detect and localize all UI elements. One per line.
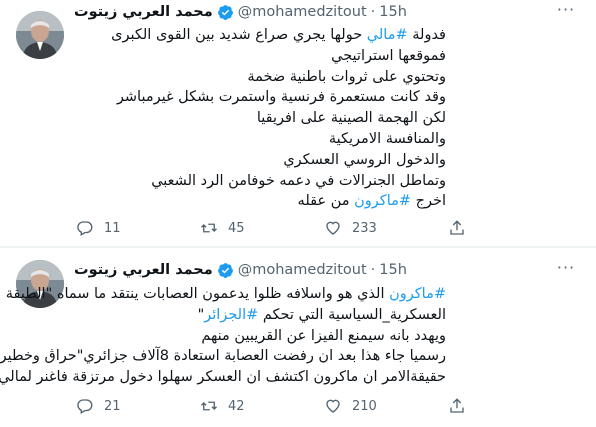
timestamp[interactable]: 15h bbox=[379, 262, 407, 278]
retweet-button[interactable]: 45 bbox=[200, 219, 324, 237]
like-button[interactable]: 210 bbox=[324, 397, 448, 415]
retweet-icon bbox=[201, 401, 217, 411]
tweet-text-segment: والدخول الروسي العسكري bbox=[283, 151, 446, 168]
heart-icon bbox=[326, 399, 340, 413]
like-button[interactable]: 233 bbox=[324, 219, 448, 237]
separator-dot: · bbox=[370, 4, 376, 20]
like-count: 233 bbox=[352, 220, 377, 236]
tweet-text-line: #ماكرون الذي هو واسلافه ظلوا يدعمون العص… bbox=[6, 284, 446, 305]
tweet-text-segment: حقيقةالامر ان ماكرون اكتشف ان العسكر سهل… bbox=[0, 369, 446, 386]
tweet-text-line: والمنافسة الامريكية bbox=[76, 129, 446, 150]
more-icon[interactable]: ··· bbox=[556, 2, 576, 23]
reply-icon bbox=[77, 399, 93, 414]
more-icon[interactable]: ··· bbox=[556, 260, 576, 281]
tweet-text-line: لكن الهجمة الصينية على افريقيا bbox=[76, 108, 446, 129]
tweet-text-segment: الذي هو واسلافه ظلوا يدعمون العصابات ينت… bbox=[5, 286, 390, 302]
author-handle[interactable]: @mohamedzitout bbox=[238, 4, 367, 20]
tweet-actions: 11 45 233 bbox=[76, 218, 516, 238]
tweet-text-segment: فدولة bbox=[407, 27, 446, 43]
reply-icon bbox=[77, 221, 93, 236]
separator-dot: · bbox=[370, 262, 376, 278]
tweet-text-line: العسكرية_السياسية التي تحكم #الجزائر" bbox=[76, 305, 446, 326]
reply-count: 11 bbox=[104, 220, 121, 236]
tweet-text-segment: لكن الهجمة الصينية على افريقيا bbox=[256, 110, 446, 127]
tweet-text-segment: وقد كانت مستعمرة فرنسية واستمرت بشكل غير… bbox=[116, 89, 446, 106]
tweet-text-line: فدولة #مالي حولها يجري صراع شديد بين الق… bbox=[76, 25, 446, 46]
avatar[interactable] bbox=[16, 11, 64, 59]
tweet-text-line: وتماطل الجنرالات في دعمه خوفامن الرد الش… bbox=[76, 171, 446, 192]
hashtag-link[interactable]: #الجزائر bbox=[204, 307, 258, 323]
tweet-text-segment: وتماطل الجنرالات في دعمه خوفامن الرد الش… bbox=[151, 172, 446, 189]
author-name[interactable]: محمد العربي زيتوت bbox=[74, 4, 213, 20]
tweet-text-line: ويهدد بانه سيمنع الفيزا عن القريبين منهم bbox=[76, 326, 446, 347]
tweet-text-line: اخرج #ماكرون من عقله bbox=[76, 191, 446, 212]
tweet-text-segment: حولها يجري صراع شديد بين القوى الكبرى bbox=[111, 27, 367, 43]
author-handle[interactable]: @mohamedzitout bbox=[238, 262, 367, 278]
hashtag-link[interactable]: #ماكرون bbox=[354, 193, 411, 209]
tweet-text-segment: وتحتوي على ثروات باطنية ضخمة bbox=[247, 68, 446, 85]
tweet-text-segment: اخرج bbox=[411, 193, 446, 210]
retweet-count: 45 bbox=[228, 220, 245, 236]
verified-badge-icon bbox=[217, 262, 233, 278]
tweet-header: محمد العربي زيتوت @mohamedzitout · 15h bbox=[74, 2, 407, 22]
tweet[interactable]: محمد العربي زيتوت @mohamedzitout · 15h ·… bbox=[0, 0, 596, 246]
tweet-text-segment: من عقله bbox=[297, 193, 355, 210]
tweet-text-line: رسميا جاء هذا بعد ان رفضت العصابة استعاد… bbox=[0, 346, 446, 367]
share-button[interactable] bbox=[448, 219, 476, 237]
tweet-text-line: حقيقةالامر ان ماكرون اكتشف ان العسكر سهل… bbox=[0, 367, 446, 388]
tweet-header: محمد العربي زيتوت @mohamedzitout · 15h bbox=[74, 260, 407, 280]
timestamp[interactable]: 15h bbox=[379, 4, 407, 20]
tweet-text-line: وتحتوي على ثروات باطنية ضخمة bbox=[76, 67, 446, 88]
tweet-text-segment: ويهدد بانه سيمنع الفيزا عن القريبين منهم bbox=[201, 327, 446, 344]
reply-button[interactable]: 11 bbox=[76, 219, 200, 237]
tweet-text-segment: فموقعها استراتيجي bbox=[331, 47, 446, 64]
tweet-text-line: والدخول الروسي العسكري bbox=[76, 150, 446, 171]
tweet-actions: 21 42 210 bbox=[76, 396, 516, 416]
retweet-count: 42 bbox=[228, 398, 245, 414]
tweet-text-segment: والمنافسة الامريكية bbox=[328, 130, 446, 147]
heart-icon bbox=[326, 221, 340, 235]
share-icon bbox=[450, 398, 464, 413]
author-name[interactable]: محمد العربي زيتوت bbox=[74, 262, 213, 278]
like-count: 210 bbox=[352, 398, 377, 414]
hashtag-link[interactable]: #مالي bbox=[367, 27, 408, 43]
tweet-text: #ماكرون الذي هو واسلافه ظلوا يدعمون العص… bbox=[0, 284, 446, 388]
reply-button[interactable]: 21 bbox=[76, 397, 200, 415]
tweet-text-segment: رسميا جاء هذا بعد ان رفضت العصابة استعاد… bbox=[0, 348, 446, 365]
tweet-text-segment: العسكرية_السياسية التي تحكم bbox=[258, 306, 446, 323]
verified-badge-icon bbox=[217, 4, 233, 20]
tweet-text-line: فموقعها استراتيجي bbox=[76, 46, 446, 67]
retweet-button[interactable]: 42 bbox=[200, 397, 324, 415]
retweet-icon bbox=[201, 223, 217, 233]
hashtag-link[interactable]: #ماكرون bbox=[389, 286, 446, 302]
share-button[interactable] bbox=[448, 397, 476, 415]
tweet[interactable]: محمد العربي زيتوت @mohamedzitout · 15h ·… bbox=[0, 248, 596, 427]
share-icon bbox=[450, 220, 464, 235]
tweet-text: فدولة #مالي حولها يجري صراع شديد بين الق… bbox=[76, 25, 446, 212]
tweet-text-line: وقد كانت مستعمرة فرنسية واستمرت بشكل غير… bbox=[76, 87, 446, 108]
reply-count: 21 bbox=[104, 398, 121, 414]
